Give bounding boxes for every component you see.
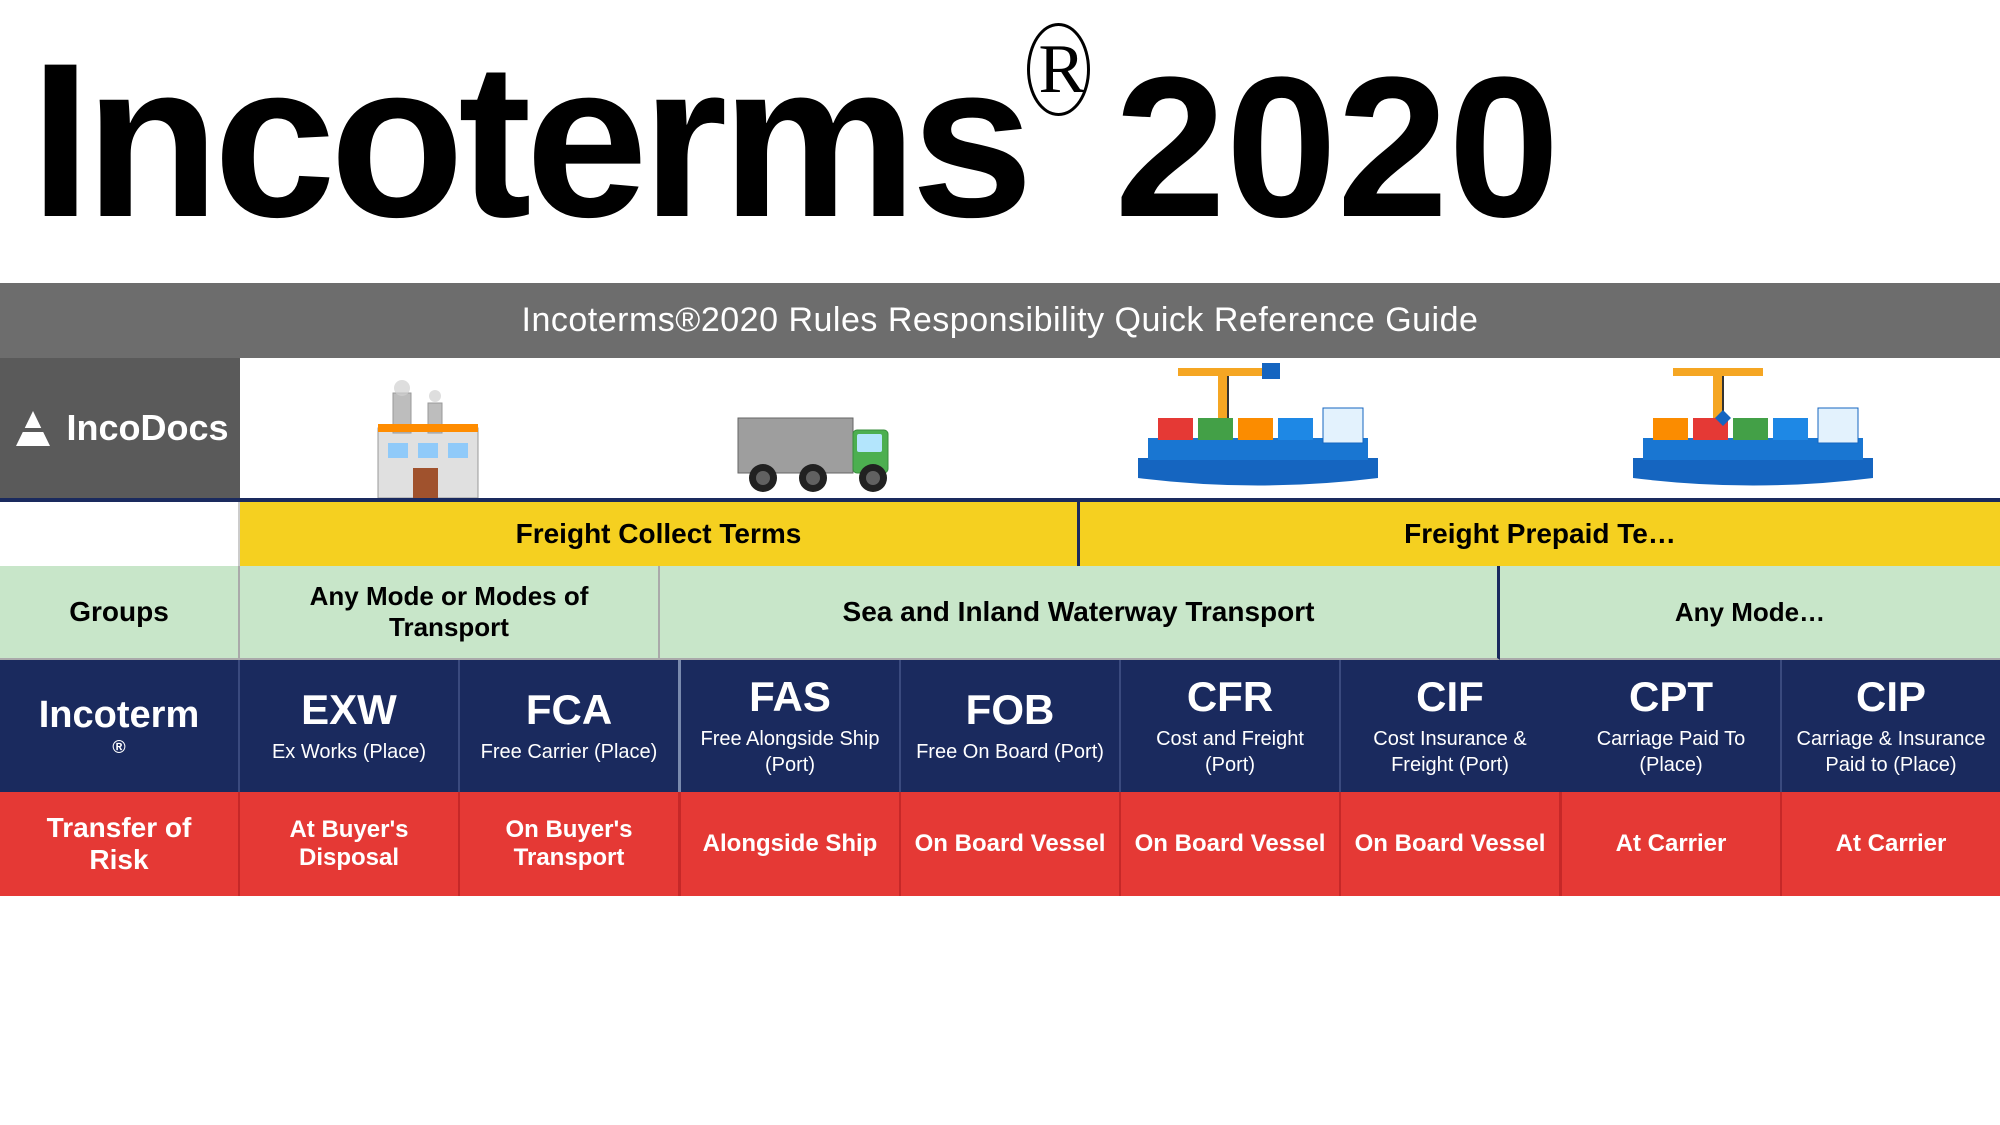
incoterm-code-exw: EXW — [301, 687, 397, 733]
illustration-container — [240, 358, 2000, 498]
freight-spacer — [0, 502, 240, 566]
risk-label-text: Transfer of Risk — [20, 812, 218, 876]
incoterm-code-cif: CIF — [1416, 674, 1484, 720]
ship-crane-2-illustration — [1623, 358, 1883, 498]
risk-col-1: On Buyer's Transport — [460, 792, 681, 896]
illustration-row: IncoDocs — [0, 358, 2000, 502]
incoterm-desc-cpt: Carriage Paid To (Place) — [1570, 726, 1772, 778]
incoterm-col-fob: FOB Free On Board (Port) — [901, 660, 1121, 792]
incoterm-code-fas: FAS — [749, 674, 831, 720]
risk-col-0: At Buyer's Disposal — [240, 792, 460, 896]
groups-row: Groups Any Mode or Modes of Transport Se… — [0, 566, 2000, 660]
any-mode-text: Any Mode or Modes of Transport — [255, 581, 643, 643]
incoterm-code-cip: CIP — [1856, 674, 1926, 720]
incoterm-desc-fob: Free On Board (Port) — [916, 739, 1104, 765]
factory-illustration — [358, 368, 498, 498]
risk-col-5: On Board Vessel — [1341, 792, 1562, 896]
incoterm-columns: EXW Ex Works (Place) FCA Free Carrier (P… — [240, 660, 2000, 792]
ship-crane-1-illustration — [1128, 358, 1388, 498]
risk-label-cell: Transfer of Risk — [0, 792, 240, 896]
risk-col-4: On Board Vessel — [1121, 792, 1341, 896]
any-mode-group-1: Any Mode or Modes of Transport — [240, 566, 660, 660]
incoterm-desc-fas: Free Alongside Ship (Port) — [689, 726, 891, 778]
incoterm-row: Incoterm ® EXW Ex Works (Place) FCA Free… — [0, 660, 2000, 792]
risk-columns: At Buyer's DisposalOn Buyer's TransportA… — [240, 792, 2000, 896]
incoterm-col-cfr: CFR Cost and Freight (Port) — [1121, 660, 1341, 792]
incoterm-label-text: Incoterm — [39, 694, 199, 737]
registered-symbol: R — [1027, 23, 1090, 116]
risk-col-7: At Carrier — [1782, 792, 2000, 896]
logo-cell: IncoDocs — [0, 358, 240, 498]
incoterm-label-cell: Incoterm ® — [0, 660, 240, 792]
risk-row: Transfer of Risk At Buyer's DisposalOn B… — [0, 792, 2000, 896]
incoterm-code-fob: FOB — [966, 687, 1055, 733]
incoterm-desc-cip: Carriage & Insurance Paid to (Place) — [1790, 726, 1992, 778]
subtitle-bar: Incoterms®2020 Rules Responsibility Quic… — [0, 283, 2000, 358]
freight-prepaid-label: Freight Prepaid Te… — [1080, 502, 2000, 566]
freight-collect-text: Freight Collect Terms — [516, 518, 802, 549]
title-year: 2020 — [1115, 33, 1560, 263]
incoterm-col-exw: EXW Ex Works (Place) — [240, 660, 460, 792]
truck-illustration — [733, 398, 893, 498]
logo-name: IncoDocs — [66, 407, 228, 449]
incoterm-col-cip: CIP Carriage & Insurance Paid to (Place) — [1782, 660, 2000, 792]
groups-label: Groups — [69, 596, 169, 628]
logo: IncoDocs — [11, 406, 228, 451]
title-main-text: Incoterms — [30, 17, 1027, 263]
any-mode-group-2: Any Mode… — [1500, 566, 2000, 660]
incoterm-desc-exw: Ex Works (Place) — [272, 739, 426, 765]
title-incoterms: IncotermsR — [30, 30, 1090, 250]
incoterm-desc-fca: Free Carrier (Place) — [481, 739, 658, 765]
incoterm-code-cfr: CFR — [1187, 674, 1273, 720]
incoterm-desc-cfr: Cost and Freight (Port) — [1129, 726, 1331, 778]
incoterm-code-fca: FCA — [526, 687, 612, 733]
freight-labels-row: Freight Collect Terms Freight Prepaid Te… — [0, 502, 2000, 566]
incoterm-desc-cif: Cost Insurance & Freight (Port) — [1349, 726, 1551, 778]
main-content: IncoDocs — [0, 358, 2000, 896]
freight-prepaid-text: Freight Prepaid Te… — [1404, 518, 1676, 549]
risk-col-2: Alongside Ship — [681, 792, 901, 896]
groups-cell: Groups — [0, 566, 240, 660]
any-mode2-text: Any Mode… — [1675, 597, 1825, 628]
risk-col-3: On Board Vessel — [901, 792, 1121, 896]
incoterm-col-cpt: CPT Carriage Paid To (Place) — [1562, 660, 1782, 792]
title-area: IncotermsR 2020 — [0, 0, 2000, 283]
risk-col-6: At Carrier — [1562, 792, 1782, 896]
sea-inland-text: Sea and Inland Waterway Transport — [843, 596, 1315, 628]
incoterm-registered: ® — [112, 737, 125, 758]
incoterm-col-cif: CIF Cost Insurance & Freight (Port) — [1341, 660, 1562, 792]
incoterm-col-fca: FCA Free Carrier (Place) — [460, 660, 681, 792]
incodocs-logo-icon — [11, 406, 56, 451]
sea-inland-group: Sea and Inland Waterway Transport — [660, 566, 1500, 660]
incoterm-col-fas: FAS Free Alongside Ship (Port) — [681, 660, 901, 792]
incoterm-code-cpt: CPT — [1629, 674, 1713, 720]
subtitle-text: Incoterms®2020 Rules Responsibility Quic… — [522, 301, 1479, 339]
freight-collect-label: Freight Collect Terms — [240, 502, 1080, 566]
